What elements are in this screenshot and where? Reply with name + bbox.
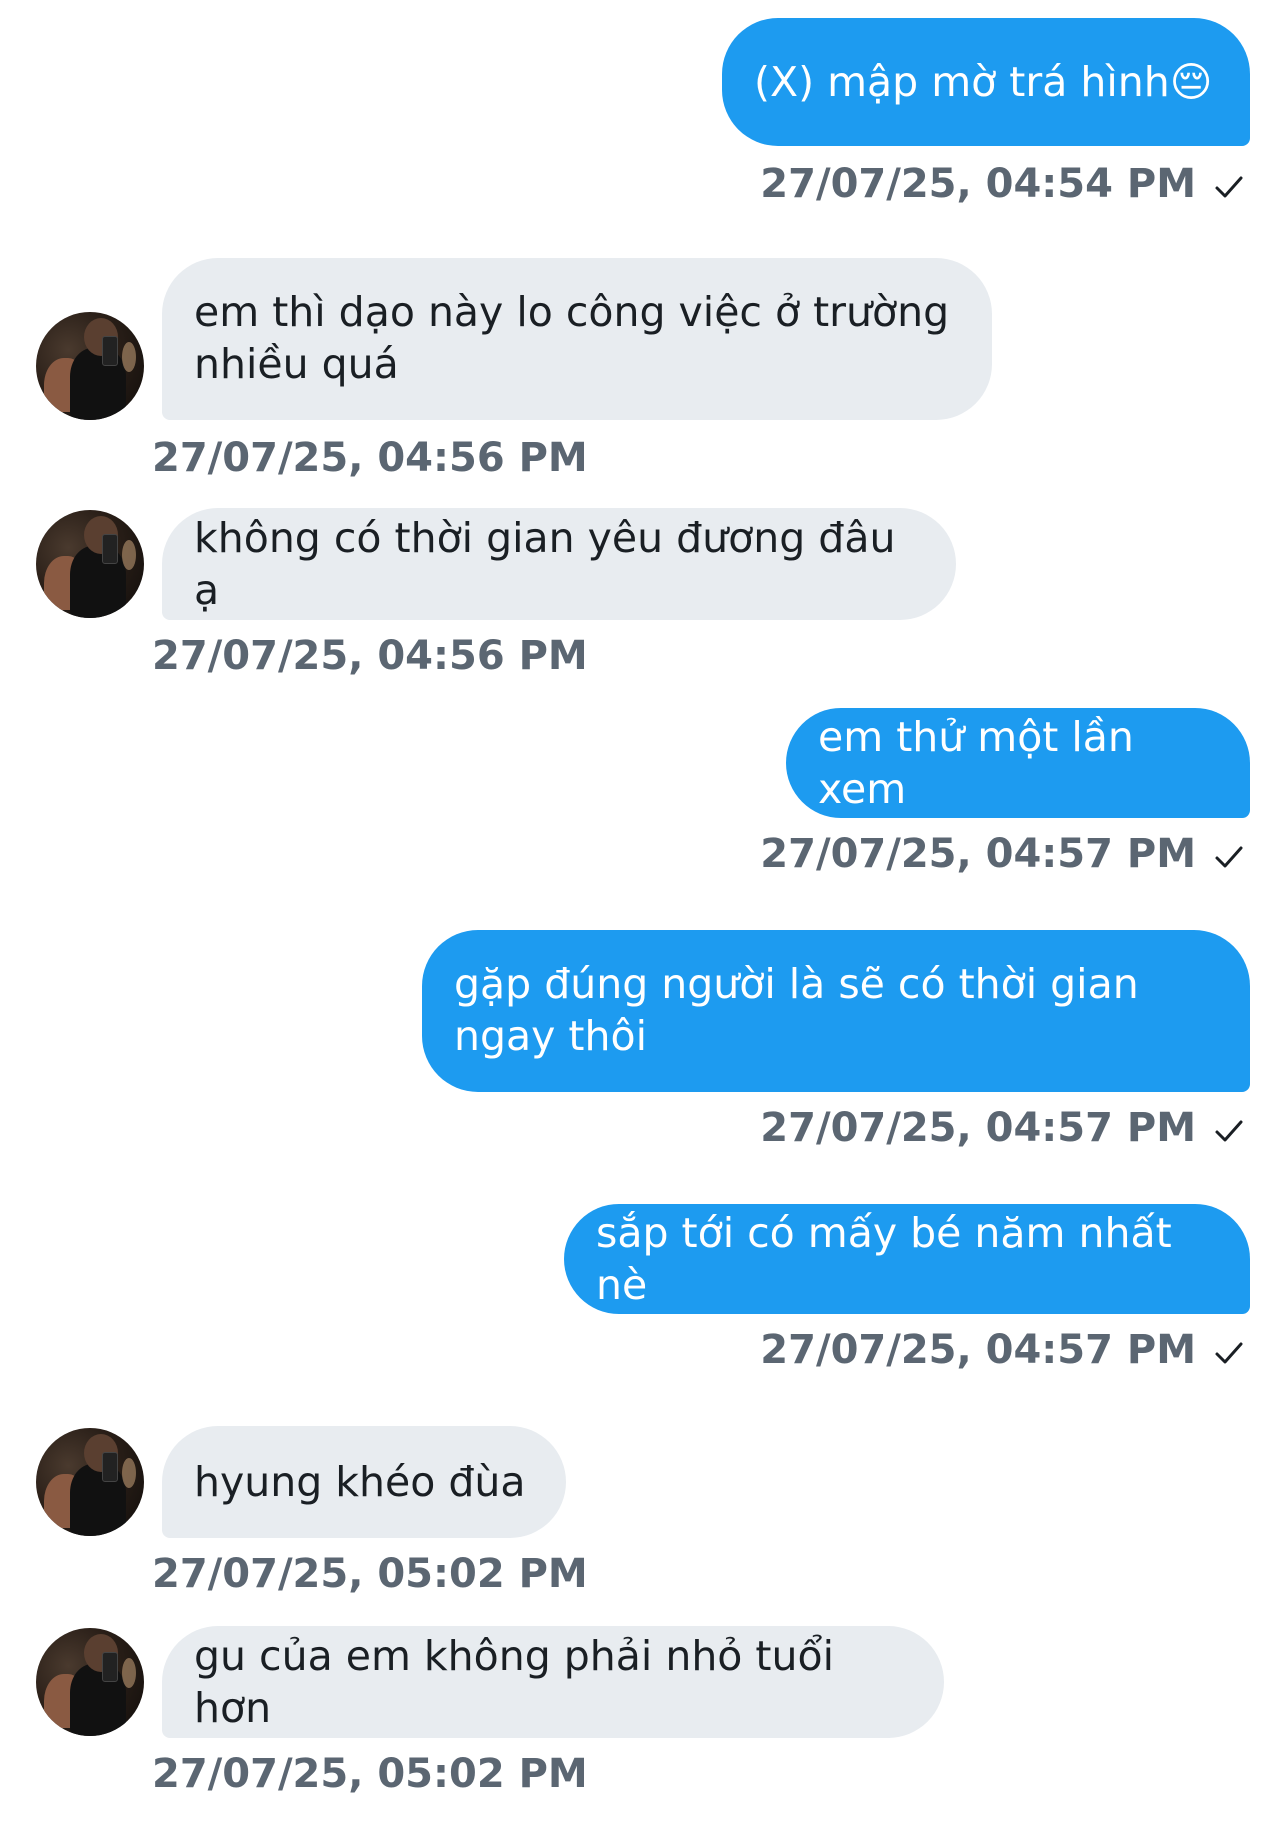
checkmark-icon bbox=[1215, 176, 1243, 198]
checkmark-icon bbox=[1215, 1120, 1243, 1142]
outgoing-message-bubble[interactable]: em thử một lần xem bbox=[786, 708, 1250, 818]
message-text: gu của em không phải nhỏ tuổi hơn bbox=[194, 1632, 848, 1732]
message-timestamp: 27/07/25, 05:02 PM bbox=[152, 1751, 588, 1797]
message-text: hyung khéo đùa bbox=[194, 1458, 526, 1506]
message-text: gặp đúng người là sẽ có thời gian ngay t… bbox=[454, 960, 1139, 1060]
chat-thread: (X) mập mờ trá hình😔 27/07/25, 04:54 PM … bbox=[0, 0, 1284, 1824]
checkmark-icon bbox=[1215, 1342, 1243, 1364]
outgoing-message-bubble[interactable]: (X) mập mờ trá hình😔 bbox=[722, 18, 1250, 146]
avatar[interactable] bbox=[36, 1428, 144, 1536]
message-text: không có thời gian yêu đương đâu ạ bbox=[194, 514, 909, 614]
incoming-message-bubble[interactable]: em thì dạo này lo công việc ở trường nhi… bbox=[162, 258, 992, 420]
outgoing-message-bubble[interactable]: sắp tới có mấy bé năm nhất nè bbox=[564, 1204, 1250, 1314]
avatar[interactable] bbox=[36, 1628, 144, 1736]
message-timestamp: 27/07/25, 04:56 PM bbox=[152, 633, 588, 679]
checkmark-icon bbox=[1215, 846, 1243, 868]
message-timestamp: 27/07/25, 04:57 PM bbox=[760, 1327, 1196, 1373]
message-timestamp: 27/07/25, 04:57 PM bbox=[760, 1105, 1196, 1151]
incoming-message-bubble[interactable]: gu của em không phải nhỏ tuổi hơn bbox=[162, 1626, 944, 1738]
outgoing-message-bubble[interactable]: gặp đúng người là sẽ có thời gian ngay t… bbox=[422, 930, 1250, 1092]
avatar[interactable] bbox=[36, 510, 144, 618]
message-timestamp: 27/07/25, 04:56 PM bbox=[152, 435, 588, 481]
message-timestamp: 27/07/25, 04:54 PM bbox=[760, 161, 1196, 207]
avatar[interactable] bbox=[36, 312, 144, 420]
message-timestamp: 27/07/25, 05:02 PM bbox=[152, 1551, 588, 1597]
incoming-message-bubble[interactable]: không có thời gian yêu đương đâu ạ bbox=[162, 508, 956, 620]
incoming-message-bubble[interactable]: hyung khéo đùa bbox=[162, 1426, 566, 1538]
message-text: (X) mập mờ trá hình😔 bbox=[754, 58, 1213, 106]
message-text: sắp tới có mấy bé năm nhất nè bbox=[596, 1209, 1185, 1309]
message-text: em thử một lần xem bbox=[818, 713, 1147, 813]
message-text: em thì dạo này lo công việc ở trường nhi… bbox=[194, 288, 950, 388]
message-timestamp: 27/07/25, 04:57 PM bbox=[760, 831, 1196, 877]
